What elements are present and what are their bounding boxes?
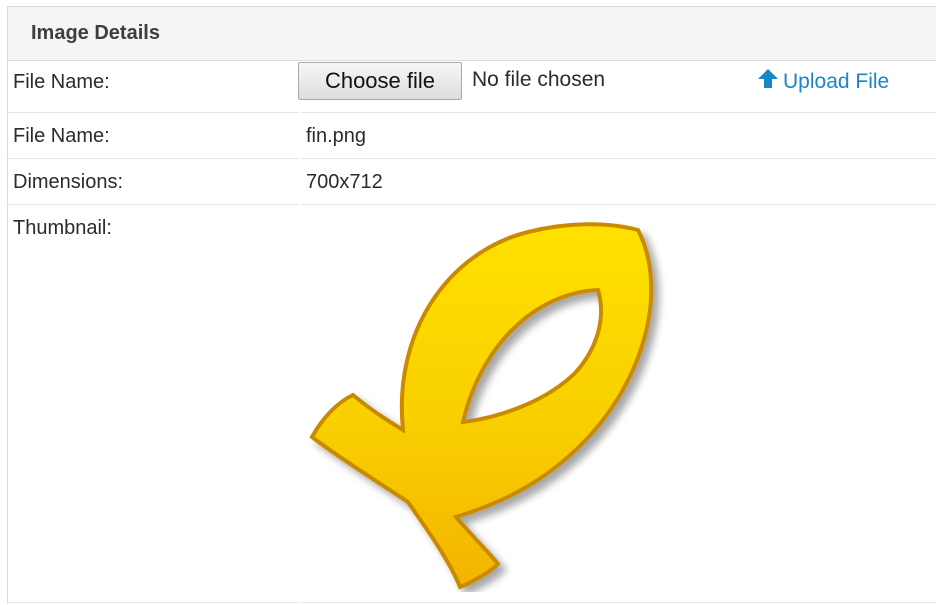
row-divider xyxy=(7,602,299,603)
file-name-row: File Name: fin.png xyxy=(7,113,936,158)
thumbnail-image xyxy=(298,212,670,592)
panel-title: Image Details xyxy=(8,7,936,61)
file-name-upload-label: File Name: xyxy=(13,71,110,93)
dimensions-row: Dimensions: 700x712 xyxy=(7,159,936,204)
upload-file-label: Upload File xyxy=(783,70,890,93)
choose-file-button[interactable]: Choose file xyxy=(298,62,462,100)
file-name-value: fin.png xyxy=(306,125,367,147)
row-divider xyxy=(301,602,936,603)
dimensions-label: Dimensions: xyxy=(13,171,124,193)
thumbnail-label: Thumbnail: xyxy=(13,217,112,239)
dimensions-value: 700x712 xyxy=(306,171,383,193)
arrow-up-icon xyxy=(757,68,783,96)
upload-file-link[interactable]: Upload File xyxy=(757,68,889,96)
file-name-label: File Name: xyxy=(13,125,110,147)
file-status-text: No file chosen xyxy=(472,68,606,91)
